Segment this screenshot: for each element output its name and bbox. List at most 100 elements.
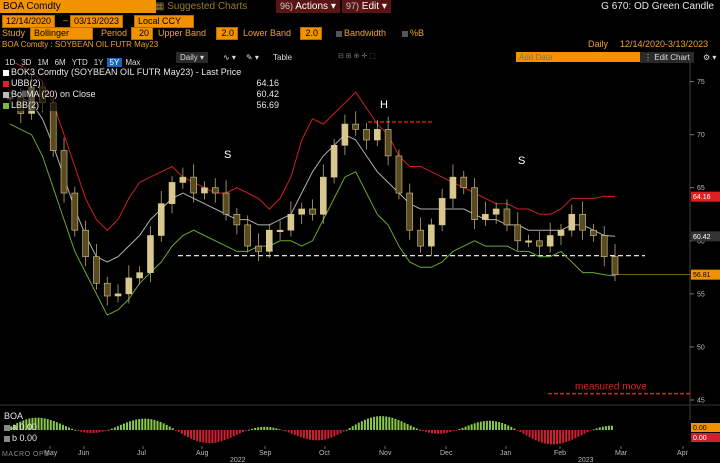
candle-down (363, 129, 370, 141)
histogram-bar-negative (238, 430, 241, 434)
histogram-bar-negative (309, 430, 311, 440)
pencil-icon: ✎ (246, 53, 253, 62)
histogram-bar-negative (549, 430, 552, 445)
histogram-bar-positive (40, 417, 43, 430)
histogram-bar-positive (144, 418, 147, 430)
legend-swatch (3, 69, 9, 76)
histogram-bar-positive (360, 421, 363, 430)
y-tick-label: 65 (697, 185, 705, 192)
histogram-bar-positive (394, 418, 397, 430)
candle-up (482, 213, 489, 220)
histogram-bar-positive (385, 416, 388, 430)
table-button[interactable]: Table (270, 52, 295, 63)
histogram-bar-positive (263, 426, 266, 430)
edit-button[interactable]: 97) Edit ▾ (342, 0, 391, 13)
study-params-bar: Study Bollinger Period 20 Upper Band 2.0… (0, 27, 720, 40)
histogram-bar-positive (488, 420, 491, 430)
histogram-bar-positive (278, 429, 281, 430)
histogram-bar-positive (43, 418, 46, 430)
histogram-bar-positive (501, 422, 504, 430)
histogram-bar-positive (495, 421, 498, 430)
histogram-bar-negative (546, 430, 549, 445)
histogram-bar-negative (431, 430, 433, 434)
histogram-bar-positive (607, 425, 610, 430)
lower-panel-legend: BOA a 0.00 b 0.00 (4, 411, 37, 444)
candle-up (147, 235, 154, 273)
histogram-bar-positive (406, 424, 409, 430)
histogram-bar-negative (577, 430, 580, 437)
histogram-bar-positive (107, 429, 110, 431)
x-tick-label: Apr (677, 450, 689, 457)
legend-value: 60.42 (256, 89, 279, 99)
histogram-bar-positive (498, 422, 501, 430)
histogram-bar-negative (556, 430, 559, 445)
histogram-bar-negative (290, 430, 293, 434)
candle-down (600, 235, 608, 258)
histogram-bar-negative (190, 430, 193, 439)
histogram-bar-positive (598, 427, 601, 430)
histogram-bar-negative (534, 430, 537, 441)
histogram-bar-negative (92, 430, 95, 433)
lower-band-label: Lower Band (243, 28, 292, 38)
histogram-bar-positive (138, 419, 141, 430)
candle-down (406, 192, 414, 231)
actions-button[interactable]: 96) Actions ▾ (276, 0, 340, 13)
x-tick-label: Oct (319, 450, 330, 457)
chevron-down-icon: ▾ (330, 1, 336, 12)
histogram-bar-positive (504, 424, 507, 430)
histogram-bar-negative (89, 430, 92, 434)
histogram-bar-negative (342, 430, 345, 432)
x-tick-label: Sep (259, 450, 272, 457)
candle-down (417, 229, 424, 247)
candle-down (211, 187, 219, 194)
histogram-bar-negative (226, 430, 229, 439)
frequency-select[interactable]: Daily ▾ (176, 52, 209, 63)
candle-down (384, 129, 392, 157)
draw-tool-button[interactable]: ✎ ▾ (243, 52, 262, 63)
candle-down (503, 208, 511, 226)
y-tick-label: 70 (697, 132, 705, 139)
histogram-bar-positive (171, 428, 174, 430)
histogram-bar-positive (58, 423, 61, 430)
candle-up (298, 208, 305, 215)
histogram-bar-positive (415, 428, 418, 430)
security-description: BOA Comdty : SOYBEAN OIL FUTR May23 (2, 40, 159, 49)
histogram-bar-negative (235, 430, 238, 435)
histogram-bar-negative (293, 430, 296, 435)
add-data-input[interactable] (516, 52, 648, 62)
histogram-bar-positive (610, 425, 613, 430)
histogram-bar-positive (156, 420, 159, 430)
chart-icon: ▦ (155, 1, 168, 12)
candle-up (525, 240, 532, 243)
price-tag-label: 60.42 (693, 234, 711, 241)
candle-up (114, 293, 122, 297)
candle-up (557, 229, 565, 236)
histogram-bar-negative (199, 430, 202, 443)
lower-panel-a: a 0.00 (4, 422, 37, 433)
histogram-bar-negative (580, 430, 583, 436)
histogram-bar-negative (305, 430, 308, 440)
edit-chart-button[interactable]: ⋮ Edit Chart (640, 52, 694, 63)
pctb-toggle[interactable]: %B (402, 27, 424, 39)
histogram-bar-negative (321, 430, 324, 440)
security-field[interactable]: BOA Comdty (0, 0, 156, 13)
candle-up (568, 213, 576, 231)
histogram-bar-negative (205, 430, 208, 444)
price-chart[interactable]: 4550556065707564.1660.4256.81SHSmeasured… (0, 63, 720, 463)
histogram-bar-negative (299, 430, 302, 438)
left-shoulder-label: S (224, 149, 231, 161)
zoom-controls[interactable]: ⊟ ⊞ ⊕ ✛ ⬚ (338, 52, 376, 60)
candle-up (201, 187, 208, 194)
histogram-bar-negative (528, 430, 531, 438)
bandwidth-toggle[interactable]: Bandwidth (336, 27, 386, 39)
histogram-bar-negative (287, 430, 290, 433)
settings-button[interactable]: ⚙ ▾ (700, 52, 719, 63)
checkbox-icon (4, 424, 10, 431)
suggested-charts-link[interactable]: ▦ Suggested Charts (155, 1, 247, 12)
histogram-bar-negative (427, 430, 430, 433)
histogram-bar-negative (443, 430, 446, 434)
histogram-bar-positive (71, 428, 74, 430)
histogram-bar-negative (315, 430, 318, 441)
histogram-bar-positive (418, 429, 421, 431)
line-style-button[interactable]: ∿ ▾ (220, 52, 239, 63)
